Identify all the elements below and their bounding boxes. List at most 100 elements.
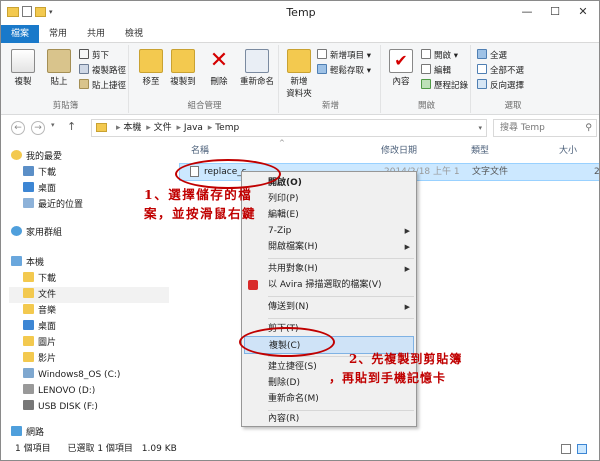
submenu-arrow-icon: ▶ bbox=[404, 303, 410, 311]
select-none-button[interactable]: 全部不選 bbox=[477, 64, 524, 77]
delete-x-icon: ✕ bbox=[209, 48, 229, 73]
sidebar-item-drive-d[interactable]: LENOVO (D:) bbox=[23, 383, 183, 399]
scissors-icon bbox=[79, 49, 89, 59]
menu-open-with[interactable]: 開啟檔案(H) ▶ bbox=[268, 238, 416, 256]
computer-icon bbox=[11, 256, 22, 266]
recent-places-icon bbox=[23, 198, 34, 208]
invert-selection-button[interactable]: 反向選擇 bbox=[477, 79, 524, 92]
menu-rename[interactable]: 重新命名(M) bbox=[268, 390, 416, 408]
copy-to-button[interactable]: 複製到 bbox=[167, 49, 199, 87]
documents-folder-icon bbox=[23, 288, 34, 298]
ribbon-tabs: 檔案 常用 共用 檢視 bbox=[1, 25, 599, 43]
column-header-type[interactable]: 類型 bbox=[471, 141, 489, 161]
sidebar-item-favorites[interactable]: 我的最愛 bbox=[11, 149, 171, 165]
annotation-step2: 2、先複製到剪貼簿 ，再貼到手機記憶卡 bbox=[329, 351, 559, 387]
recent-locations-icon[interactable]: ▾ bbox=[51, 121, 55, 129]
breadcrumb-temp[interactable]: Temp bbox=[215, 123, 239, 133]
sidebar-item-music[interactable]: 音樂 bbox=[23, 303, 183, 319]
file-type: 文字文件 bbox=[472, 167, 509, 177]
clipboard-group: 複製 貼上 剪下 複製路徑 貼上捷徑 剪貼簿 bbox=[3, 45, 129, 113]
sidebar-item-pictures[interactable]: 圖片 bbox=[23, 335, 183, 351]
annotation-step2-line1: 2、先複製到剪貼簿 bbox=[349, 352, 463, 366]
edit-button[interactable]: 編輯 bbox=[421, 64, 451, 77]
context-menu: 開啟(O) 列印(P) 編輯(E) 7-Zip ▶ 開啟檔案(H) ▶ 共用對象(H… bbox=[241, 171, 417, 427]
tab-home[interactable]: 常用 bbox=[39, 25, 77, 43]
sidebar-item-homegroup[interactable]: 家用群組 bbox=[11, 225, 171, 241]
sort-arrow-icon: ^ bbox=[279, 139, 285, 147]
submenu-arrow-icon: ▶ bbox=[404, 243, 410, 251]
select-none-icon bbox=[477, 64, 487, 74]
tab-file[interactable]: 檔案 bbox=[1, 25, 40, 43]
forward-button[interactable]: → bbox=[31, 121, 45, 135]
history-button[interactable]: 歷程記錄 bbox=[421, 79, 468, 92]
new-item-button[interactable]: 新增項目 ▾ bbox=[317, 49, 371, 62]
large-icons-view-icon[interactable] bbox=[577, 444, 587, 454]
column-header-size[interactable]: 大小 bbox=[559, 141, 577, 161]
sidebar-item-drive-c[interactable]: Windows8_OS (C:) bbox=[23, 367, 183, 383]
select-all-button[interactable]: 全選 bbox=[477, 49, 507, 62]
desktop-folder-icon bbox=[23, 320, 34, 330]
network-icon bbox=[11, 426, 22, 436]
menu-separator bbox=[268, 258, 414, 259]
easy-access-button[interactable]: 輕鬆存取 ▾ bbox=[317, 64, 371, 77]
select-group: 全選 全部不選 反向選擇 選取 bbox=[473, 45, 553, 113]
window-title: Temp bbox=[286, 6, 316, 19]
address-dropdown-icon[interactable]: ▾ bbox=[478, 120, 482, 136]
breadcrumb-documents[interactable]: 文件 bbox=[154, 123, 172, 133]
address-bar[interactable]: ▸ 本機 ▸ 文件 ▸ Java ▸ Temp ▾ bbox=[91, 119, 487, 137]
select-group-label: 選取 bbox=[504, 101, 522, 111]
back-button[interactable]: ← bbox=[11, 121, 25, 135]
paste-icon bbox=[47, 49, 71, 73]
menu-properties[interactable]: 內容(R) bbox=[268, 410, 416, 428]
details-view-icon[interactable] bbox=[561, 444, 571, 454]
delete-button[interactable]: ✕ 刪除 bbox=[203, 48, 235, 88]
annotation-step1: 1、選擇儲存的檔案，並按滑鼠右鍵 bbox=[144, 187, 257, 221]
paste-shortcut-icon bbox=[79, 79, 89, 89]
sidebar-item-this-pc[interactable]: 本機 bbox=[11, 255, 171, 271]
title-bar: ▾ Temp — ☐ ✕ bbox=[1, 1, 599, 25]
paste-button[interactable]: 貼上 bbox=[43, 49, 75, 87]
cut-button[interactable]: 剪下 bbox=[79, 49, 109, 62]
annotation-step2-line2: ，再貼到手機記憶卡 bbox=[329, 371, 447, 385]
open-group: ✔ 內容 開啟 ▾ 編輯 歷程記錄 開啟 bbox=[383, 45, 471, 113]
rename-button[interactable]: 重新命名 bbox=[237, 49, 277, 87]
ribbon: 複製 貼上 剪下 複製路徑 貼上捷徑 剪貼簿 移至 複製到 ✕ 刪除 重新命名 … bbox=[1, 43, 599, 115]
properties-button[interactable]: ✔ 內容 bbox=[385, 49, 417, 87]
column-header-name[interactable]: 名稱 bbox=[191, 141, 209, 161]
sidebar-item-pc-desktop[interactable]: 桌面 bbox=[23, 319, 183, 335]
tab-share[interactable]: 共用 bbox=[77, 25, 115, 43]
new-folder-button[interactable]: 新增 資料夾 bbox=[283, 49, 315, 99]
maximize-button[interactable]: ☐ bbox=[541, 3, 569, 21]
new-group-label: 新增 bbox=[321, 101, 339, 111]
menu-send-to[interactable]: 傳送到(N) ▶ bbox=[268, 298, 416, 316]
open-button[interactable]: 開啟 ▾ bbox=[421, 49, 458, 62]
minimize-button[interactable]: — bbox=[513, 3, 541, 21]
sidebar-item-drive-f[interactable]: USB DISK (F:) bbox=[23, 399, 183, 415]
tab-view[interactable]: 檢視 bbox=[115, 25, 153, 43]
sidebar-item-documents[interactable]: 文件 bbox=[9, 287, 169, 303]
open-group-label: 開啟 bbox=[417, 101, 435, 111]
navigation-pane: 我的最愛 下載 桌面 最近的位置 家用群組 本機 下載 文件 音樂 桌面 圖片 … bbox=[1, 141, 169, 438]
sidebar-item-pc-downloads[interactable]: 下載 bbox=[23, 271, 183, 287]
column-header-date[interactable]: 修改日期 bbox=[381, 141, 417, 161]
up-arrow-icon[interactable]: ↑ bbox=[67, 120, 76, 133]
menu-avira-scan[interactable]: 以 Avira 掃描選取的檔案(V) bbox=[248, 276, 416, 294]
organize-group: 移至 複製到 ✕ 刪除 重新命名 組合管理 bbox=[131, 45, 279, 113]
videos-folder-icon bbox=[23, 352, 34, 362]
search-input[interactable]: 搜尋 Temp ⚲ bbox=[493, 119, 597, 137]
paste-shortcut-button[interactable]: 貼上捷徑 bbox=[79, 79, 126, 92]
properties-check-icon: ✔ bbox=[389, 49, 413, 73]
new-group: 新增 資料夾 新增項目 ▾ 輕鬆存取 ▾ 新增 bbox=[281, 45, 381, 113]
copy-path-icon bbox=[79, 64, 89, 74]
breadcrumb-java[interactable]: Java bbox=[184, 123, 203, 133]
star-icon bbox=[11, 150, 22, 160]
move-to-icon bbox=[139, 49, 163, 73]
breadcrumb-this-pc[interactable]: 本機 bbox=[123, 123, 141, 133]
copy-button[interactable]: 複製 bbox=[7, 49, 39, 87]
close-button[interactable]: ✕ bbox=[569, 3, 597, 21]
sidebar-item-videos[interactable]: 影片 bbox=[23, 351, 183, 367]
sidebar-item-downloads[interactable]: 下載 bbox=[23, 165, 183, 181]
downloads-folder-icon bbox=[23, 272, 34, 282]
move-to-button[interactable]: 移至 bbox=[135, 49, 167, 87]
copy-path-button[interactable]: 複製路徑 bbox=[79, 64, 126, 77]
